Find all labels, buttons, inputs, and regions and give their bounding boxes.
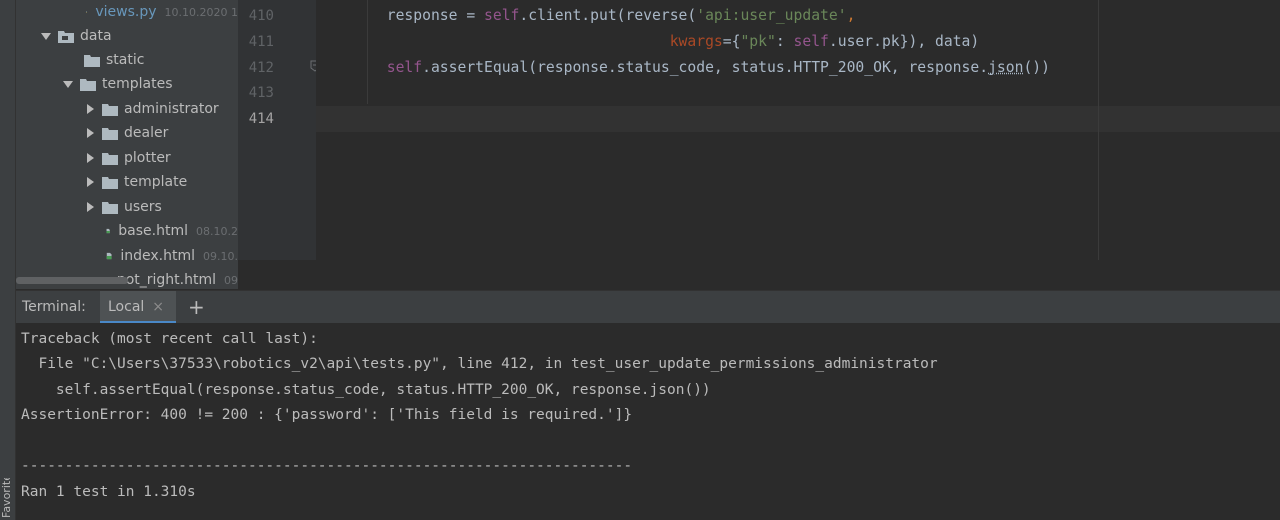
editor-gutter: 410 411 412 413 414 <box>238 0 320 260</box>
html-file-icon <box>106 228 110 234</box>
chevron-down-icon[interactable] <box>40 30 52 42</box>
folder-icon <box>102 103 118 116</box>
chevron-right-icon[interactable] <box>84 176 96 188</box>
folder-icon <box>102 127 118 140</box>
folder-icon <box>80 78 96 91</box>
tree-item-label: index.html <box>120 248 195 264</box>
folder-icon <box>58 30 74 43</box>
tree-item-label: templates <box>102 76 173 92</box>
terminal-line: Ran 1 test in 1.310s <box>21 484 196 500</box>
terminal-header: Terminal: Local × + <box>16 290 1280 324</box>
close-icon[interactable]: × <box>152 299 164 315</box>
chevron-right-icon[interactable] <box>84 127 96 139</box>
line-number: 410 <box>248 8 274 24</box>
tree-item-label: not_right.html <box>116 272 216 288</box>
terminal-line: File "C:\Users\37533\robotics_v2\api\tes… <box>21 356 938 372</box>
favorites-tool-button[interactable]: Favorites <box>0 478 14 518</box>
line-number: 411 <box>248 34 274 50</box>
tree-item-label: dealer <box>124 125 169 141</box>
tree-item-administrator[interactable]: administrator <box>16 97 238 121</box>
line-number: 413 <box>248 85 274 101</box>
tree-item-templates[interactable]: templates <box>16 72 238 96</box>
chevron-right-icon[interactable] <box>84 152 96 164</box>
tree-item-label: base.html <box>118 223 188 239</box>
tree-item-label: users <box>124 199 162 215</box>
tree-item-label: administrator <box>124 101 219 117</box>
tree-item-static[interactable]: static <box>16 48 238 72</box>
tree-item-index-html[interactable]: index.html 09.10. <box>16 244 238 268</box>
tree-item-base-html[interactable]: base.html 08.10.2 <box>16 219 238 243</box>
tree-item-date: 09 <box>224 273 238 287</box>
line-number-current: 414 <box>248 111 274 127</box>
chevron-right-icon[interactable] <box>84 103 96 115</box>
tree-item-date: 08.10.2 <box>196 224 238 238</box>
folder-icon <box>102 201 118 214</box>
chevron-down-icon[interactable] <box>62 78 74 90</box>
tree-horizontal-scrollbar[interactable] <box>16 277 128 284</box>
tree-item-label: data <box>80 28 112 44</box>
tree-item-views-py[interactable]: views.py 10.10.2020 1 <box>16 0 238 24</box>
tree-item-label: template <box>124 174 188 190</box>
left-tool-stripe: Favorites <box>0 0 16 520</box>
terminal-line: self.assertEqual(response.status_code, s… <box>21 382 711 398</box>
terminal-line: Traceback (most recent call last): <box>21 331 318 347</box>
tree-item-plotter[interactable]: plotter <box>16 146 238 170</box>
code-line-412: self.assertEqual(response.status_code, s… <box>386 59 1050 76</box>
terminal-output[interactable]: Traceback (most recent call last): File … <box>16 323 1280 520</box>
html-file-icon <box>106 252 112 260</box>
folder-icon <box>84 54 100 67</box>
tree-item-label: views.py <box>95 4 157 20</box>
tab-local[interactable]: Local × <box>100 290 177 324</box>
python-file-icon <box>86 11 88 13</box>
line-number: 412 <box>248 60 274 76</box>
add-tab-icon[interactable]: + <box>188 297 205 317</box>
tree-item-date: 10.10.2020 1 <box>164 5 238 19</box>
tree-item-data[interactable]: data <box>16 24 238 48</box>
terminal-title: Terminal: <box>22 299 86 315</box>
tree-item-label: static <box>106 52 145 68</box>
tree-item-label: plotter <box>124 150 171 166</box>
tree-item-dealer[interactable]: dealer <box>16 121 238 145</box>
tree-item-template[interactable]: template <box>16 170 238 194</box>
folder-icon <box>102 176 118 189</box>
right-margin-guide <box>1098 0 1099 260</box>
editor-bottom-area <box>238 260 1280 290</box>
chevron-right-icon[interactable] <box>84 201 96 213</box>
terminal-line: AssertionError: 400 != 200 : {'password'… <box>21 407 633 423</box>
code-editor[interactable]: response = self.client.put(reverse('api:… <box>316 0 1280 260</box>
folder-icon <box>102 152 118 165</box>
tab-label: Local <box>108 299 145 315</box>
code-line-411: kwargs={"pk": self.user.pk}), data) <box>669 33 980 50</box>
code-line-410: response = self.client.put(reverse('api:… <box>316 7 856 24</box>
tree-item-users[interactable]: users <box>16 195 238 219</box>
tree-item-date: 09.10. <box>203 249 238 263</box>
terminal-separator: ----------------------------------------… <box>21 458 633 474</box>
project-tree: views.py 10.10.2020 1 data static templa… <box>16 0 238 289</box>
current-line-highlight <box>316 106 1280 132</box>
